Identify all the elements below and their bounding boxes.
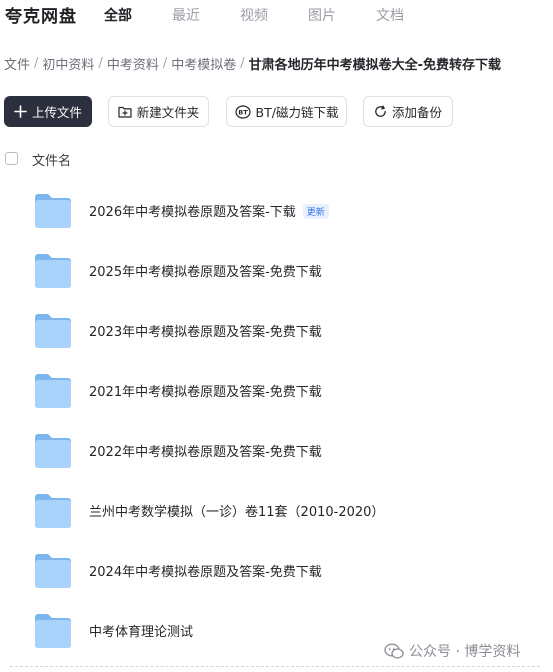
breadcrumb: 文件 / 初中资料 / 中考资料 / 中考模拟卷 / 甘肃各地历年中考模拟卷大全-免费转存下载 [4, 54, 553, 72]
breadcrumb-item-junior-high[interactable]: 初中资料 [42, 58, 94, 72]
folder-icon [35, 194, 71, 228]
new-folder-icon [118, 105, 132, 118]
app-brand: 夸克网盘 [5, 7, 77, 27]
select-all-checkbox[interactable] [5, 152, 18, 165]
breadcrumb-item-files[interactable]: 文件 [4, 58, 30, 72]
tab-all[interactable]: 全部 [104, 5, 132, 25]
file-name: 2024年中考模拟卷原题及答案-免费下载 [89, 565, 322, 580]
folder-icon [35, 314, 71, 348]
list-item[interactable]: 2024年中考模拟卷原题及答案-免费下载 [0, 540, 553, 600]
wechat-icon [384, 643, 404, 660]
file-name: 2022年中考模拟卷原题及答案-免费下载 [89, 445, 322, 460]
tab-images[interactable]: 图片 [308, 5, 336, 25]
bottom-divider [10, 666, 540, 667]
folder-icon [35, 254, 71, 288]
file-list-header: 文件名 [0, 146, 553, 172]
tab-documents[interactable]: 文档 [376, 5, 404, 25]
list-item[interactable]: 2025年中考模拟卷原题及答案-免费下载 [0, 240, 553, 300]
plus-icon [14, 105, 27, 118]
watermark: 公众号 · 博学资料 [384, 641, 520, 661]
bt-icon: BT [234, 104, 251, 119]
file-name: 2025年中考模拟卷原题及答案-免费下载 [89, 265, 322, 280]
watermark-text: 公众号 · 博学资料 [409, 644, 521, 660]
add-backup-button[interactable]: 添加备份 [363, 96, 453, 127]
updated-badge: 更新 [302, 204, 329, 219]
breadcrumb-separator: / [98, 56, 103, 71]
breadcrumb-current: 甘肃各地历年中考模拟卷大全-免费转存下载 [248, 58, 502, 72]
list-item[interactable]: 兰州中考数学模拟（一诊）卷11套（2010-2020） [0, 480, 553, 540]
file-name: 2026年中考模拟卷原题及答案-下载 更新 [89, 201, 329, 220]
bt-download-label: BT/磁力链下载 [255, 105, 339, 120]
breadcrumb-separator: / [240, 56, 245, 71]
folder-icon [35, 434, 71, 468]
list-item[interactable]: 2023年中考模拟卷原题及答案-免费下载 [0, 300, 553, 360]
tab-recent[interactable]: 最近 [172, 5, 200, 25]
add-backup-label: 添加备份 [391, 105, 442, 120]
breadcrumb-item-exam-materials[interactable]: 中考资料 [107, 58, 159, 72]
svg-text:BT: BT [238, 108, 248, 116]
file-name-text: 2026年中考模拟卷原题及答案-下载 [89, 205, 296, 220]
list-item[interactable]: 2021年中考模拟卷原题及答案-免费下载 [0, 360, 553, 420]
list-item[interactable]: 2022年中考模拟卷原题及答案-免费下载 [0, 420, 553, 480]
breadcrumb-item-mock-exams[interactable]: 中考模拟卷 [171, 58, 236, 72]
bt-download-button[interactable]: BT BT/磁力链下载 [226, 96, 347, 127]
folder-icon [35, 374, 71, 408]
file-name: 2023年中考模拟卷原题及答案-免费下载 [89, 325, 322, 340]
breadcrumb-separator: / [162, 56, 168, 71]
list-item[interactable]: 2026年中考模拟卷原题及答案-下载 更新 [0, 180, 553, 240]
column-header-filename[interactable]: 文件名 [32, 150, 71, 169]
file-name: 中考体育理论测试 [89, 625, 194, 640]
top-bar: 夸克网盘 全部 最近 视频 图片 文档 [0, 0, 553, 30]
tab-video[interactable]: 视频 [240, 5, 268, 25]
upload-button-label: 上传文件 [31, 105, 82, 120]
sync-icon [374, 105, 387, 118]
new-folder-label: 新建文件夹 [136, 105, 200, 120]
file-name: 兰州中考数学模拟（一诊）卷11套（2010-2020） [89, 505, 385, 520]
upload-button[interactable]: 上传文件 [4, 96, 92, 127]
folder-icon [35, 614, 71, 648]
breadcrumb-separator: / [34, 56, 39, 71]
new-folder-button[interactable]: 新建文件夹 [108, 96, 209, 127]
folder-icon [35, 554, 71, 588]
folder-icon [35, 494, 71, 528]
file-name: 2021年中考模拟卷原题及答案-免费下载 [89, 385, 322, 400]
